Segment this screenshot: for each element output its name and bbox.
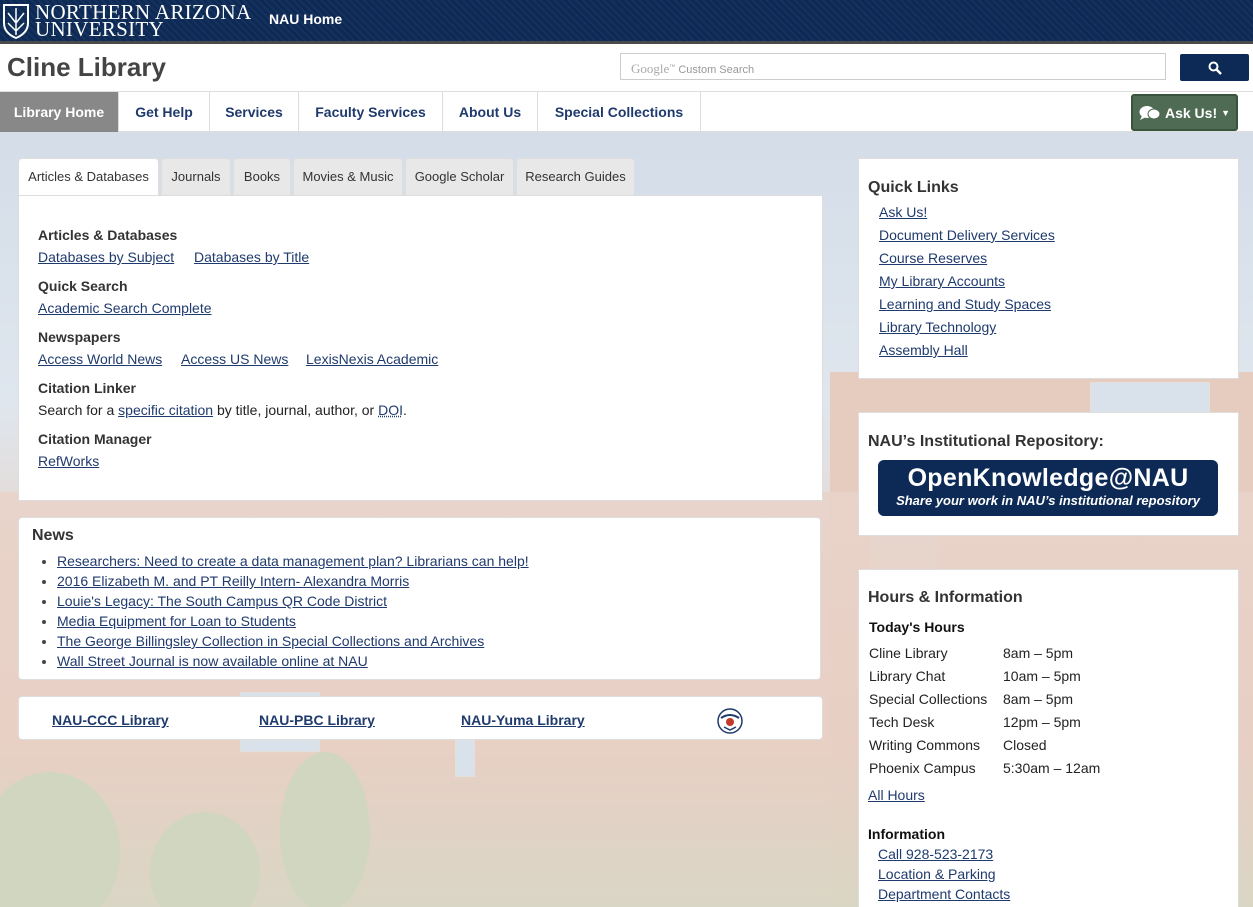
- nav-faculty-services[interactable]: Faculty Services: [299, 92, 443, 132]
- hours-place: Writing Commons: [869, 737, 980, 753]
- repository-title: NAU’s Institutional Repository:: [868, 433, 1104, 451]
- ql-ask-us-link[interactable]: Ask Us!: [879, 204, 927, 220]
- tab-books[interactable]: Books: [233, 158, 291, 196]
- section-title-newspapers: Newspapers: [38, 329, 120, 345]
- all-hours-link[interactable]: All Hours: [868, 787, 925, 803]
- citation-text-mid: by title, journal, author, or: [217, 402, 374, 418]
- nav-get-help[interactable]: Get Help: [119, 92, 210, 132]
- ql-library-accounts-link[interactable]: My Library Accounts: [879, 273, 1005, 289]
- ask-us-label: Ask Us!: [1165, 105, 1217, 121]
- location-parking-link[interactable]: Location & Parking: [878, 866, 996, 882]
- citation-linker-text: Search for a specific citation by title,…: [38, 402, 407, 418]
- hours-time: 8am – 5pm: [1003, 691, 1073, 707]
- caret-down-icon: ▼: [1221, 108, 1230, 118]
- tab-journals[interactable]: Journals: [161, 158, 231, 196]
- academic-search-complete-link[interactable]: Academic Search Complete: [38, 300, 212, 316]
- openknowledge-banner[interactable]: OpenKnowledge@NAU Share your work in NAU…: [878, 460, 1218, 516]
- nav-library-home[interactable]: Library Home: [0, 92, 119, 132]
- search-placeholder-text: Custom Search: [678, 64, 754, 76]
- main-nav: Library Home Get Help Services Faculty S…: [0, 91, 1253, 132]
- ql-document-delivery-link[interactable]: Document Delivery Services: [879, 227, 1055, 243]
- logo-wordmark: NORTHERN ARIZONA UNIVERSITY: [35, 4, 251, 38]
- nau-pbc-library-link[interactable]: NAU-PBC Library: [259, 712, 375, 728]
- news-link[interactable]: Wall Street Journal is now available onl…: [57, 653, 368, 669]
- search-icon: [1208, 61, 1222, 75]
- information-label: Information: [868, 826, 945, 842]
- site-header: Cline Library Google™ Custom Search: [0, 47, 1253, 91]
- ql-library-technology-link[interactable]: Library Technology: [879, 319, 996, 335]
- federal-depository-library-icon[interactable]: [717, 708, 743, 734]
- news-item: The George Billingsley Collection in Spe…: [57, 631, 529, 651]
- tab-google-scholar[interactable]: Google Scholar: [405, 158, 514, 196]
- section-title-citation-linker: Citation Linker: [38, 380, 136, 396]
- tab-movies-music[interactable]: Movies & Music: [293, 158, 403, 196]
- search-brand-label: Google: [631, 61, 669, 76]
- news-item: Wall Street Journal is now available onl…: [57, 651, 529, 671]
- nav-about-us[interactable]: About Us: [443, 92, 538, 132]
- specific-citation-link[interactable]: specific citation: [118, 402, 213, 418]
- news-list: Researchers: Need to create a data manag…: [38, 551, 529, 671]
- nau-logo[interactable]: NORTHERN ARIZONA UNIVERSITY: [2, 2, 251, 40]
- news-title: News: [32, 527, 74, 545]
- news-item: Researchers: Need to create a data manag…: [57, 551, 529, 571]
- news-link[interactable]: The George Billingsley Collection in Spe…: [57, 633, 484, 649]
- ask-us-button[interactable]: Ask Us! ▼: [1131, 94, 1238, 131]
- news-link[interactable]: Researchers: Need to create a data manag…: [57, 553, 529, 569]
- section-title-citation-manager: Citation Manager: [38, 431, 152, 447]
- openknowledge-banner-title: OpenKnowledge@NAU: [878, 463, 1218, 493]
- tab-research-guides[interactable]: Research Guides: [516, 158, 635, 196]
- news-item: Louie's Legacy: The South Campus QR Code…: [57, 591, 529, 611]
- department-contacts-link[interactable]: Department Contacts: [878, 886, 1010, 902]
- nau-ccc-library-link[interactable]: NAU-CCC Library: [52, 712, 169, 728]
- openknowledge-banner-subtitle: Share your work in NAU’s institutional r…: [878, 493, 1218, 509]
- tab-articles-databases[interactable]: Articles & Databases: [18, 158, 159, 197]
- news-link[interactable]: 2016 Elizabeth M. and PT Reilly Intern- …: [57, 573, 409, 589]
- databases-by-title-link[interactable]: Databases by Title: [194, 249, 309, 265]
- search-button[interactable]: [1180, 54, 1249, 81]
- access-us-news-link[interactable]: Access US News: [181, 351, 288, 367]
- doi-link[interactable]: DOI: [378, 402, 403, 418]
- news-link[interactable]: Louie's Legacy: The South Campus QR Code…: [57, 593, 387, 609]
- citation-text-pre: Search for a: [38, 402, 114, 418]
- quick-links-title: Quick Links: [868, 179, 959, 197]
- top-bar: NORTHERN ARIZONA UNIVERSITY NAU Home: [0, 0, 1253, 44]
- nav-special-collections[interactable]: Special Collections: [538, 92, 701, 132]
- todays-hours-label: Today's Hours: [869, 619, 965, 635]
- hours-time: 5:30am – 12am: [1003, 760, 1100, 776]
- site-title[interactable]: Cline Library: [7, 52, 166, 83]
- ql-assembly-hall-link[interactable]: Assembly Hall: [879, 342, 968, 358]
- hours-title: Hours & Information: [868, 589, 1023, 607]
- hours-place: Phoenix Campus: [869, 760, 976, 776]
- call-phone-link[interactable]: Call 928-523-2173: [878, 846, 993, 862]
- hours-place: Library Chat: [869, 668, 945, 684]
- hours-time: 8am – 5pm: [1003, 645, 1073, 661]
- refworks-link[interactable]: RefWorks: [38, 453, 99, 469]
- hours-place: Cline Library: [869, 645, 948, 661]
- section-title-articles: Articles & Databases: [38, 227, 177, 243]
- section-title-quick-search: Quick Search: [38, 278, 128, 294]
- nau-shield-icon: [2, 3, 30, 39]
- search-input[interactable]: Google™ Custom Search: [620, 53, 1166, 80]
- databases-by-subject-link[interactable]: Databases by Subject: [38, 249, 174, 265]
- citation-text-post: .: [403, 402, 407, 418]
- background-tree: [280, 752, 370, 907]
- access-world-news-link[interactable]: Access World News: [38, 351, 162, 367]
- nau-home-link[interactable]: NAU Home: [269, 11, 342, 27]
- news-item: 2016 Elizabeth M. and PT Reilly Intern- …: [57, 571, 529, 591]
- hours-time: 12pm – 5pm: [1003, 714, 1081, 730]
- hours-time: Closed: [1003, 737, 1047, 753]
- chat-bubbles-icon: [1139, 105, 1161, 121]
- nau-yuma-library-link[interactable]: NAU-Yuma Library: [461, 712, 585, 728]
- ql-course-reserves-link[interactable]: Course Reserves: [879, 250, 987, 266]
- nav-services[interactable]: Services: [210, 92, 299, 132]
- lexisnexis-academic-link[interactable]: LexisNexis Academic: [306, 351, 438, 367]
- hours-time: 10am – 5pm: [1003, 668, 1081, 684]
- news-item: Media Equipment for Loan to Students: [57, 611, 529, 631]
- ql-learning-spaces-link[interactable]: Learning and Study Spaces: [879, 296, 1051, 312]
- search-placeholder: Google™ Custom Search: [631, 61, 754, 77]
- news-link[interactable]: Media Equipment for Loan to Students: [57, 613, 296, 629]
- hours-place: Special Collections: [869, 691, 987, 707]
- hours-place: Tech Desk: [869, 714, 934, 730]
